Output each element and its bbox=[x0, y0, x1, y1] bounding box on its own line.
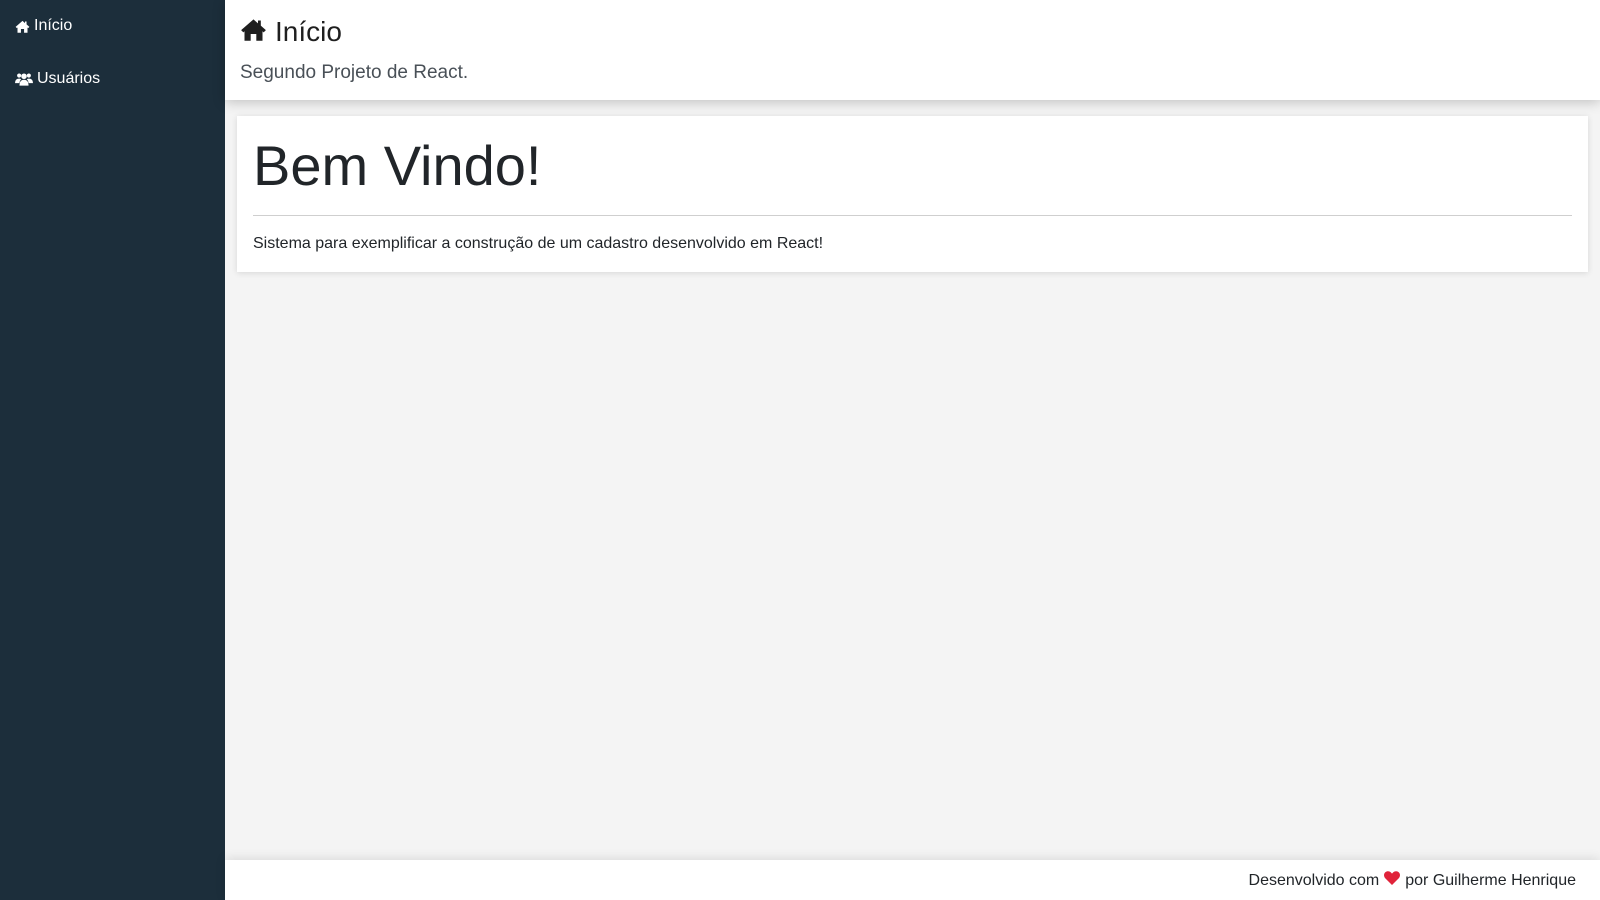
footer-suffix: por Guilherme Henrique bbox=[1405, 871, 1576, 889]
sidebar-item-inicio[interactable]: Início bbox=[15, 17, 72, 35]
sidebar: Início Usuários bbox=[0, 0, 225, 900]
page-subtitle: Segundo Projeto de React. bbox=[240, 62, 469, 83]
sidebar-item-label: Início bbox=[34, 17, 73, 34]
page-header: Início Segundo Projeto de React. bbox=[225, 0, 1600, 100]
welcome-card: Bem Vindo! Sistema para exemplificar a c… bbox=[237, 116, 1588, 272]
users-icon bbox=[15, 72, 33, 86]
main-content: Bem Vindo! Sistema para exemplificar a c… bbox=[225, 100, 1600, 860]
footer: Desenvolvido com por Guilherme Henrique bbox=[225, 860, 1600, 900]
sidebar-item-usuarios[interactable]: Usuários bbox=[15, 70, 100, 88]
home-icon bbox=[15, 20, 30, 33]
footer-credits: Desenvolvido com por Guilherme Henrique bbox=[1249, 871, 1576, 890]
divider bbox=[253, 215, 1572, 216]
footer-prefix: Desenvolvido com bbox=[1248, 871, 1380, 889]
welcome-heading: Bem Vindo! bbox=[253, 134, 542, 197]
welcome-text: Sistema para exemplificar a construção d… bbox=[253, 235, 824, 252]
page-title-text: Início bbox=[275, 16, 342, 47]
page-title: Início bbox=[240, 16, 342, 48]
sidebar-item-label: Usuários bbox=[37, 70, 101, 87]
home-icon bbox=[240, 16, 267, 48]
heart-icon bbox=[1384, 871, 1401, 890]
